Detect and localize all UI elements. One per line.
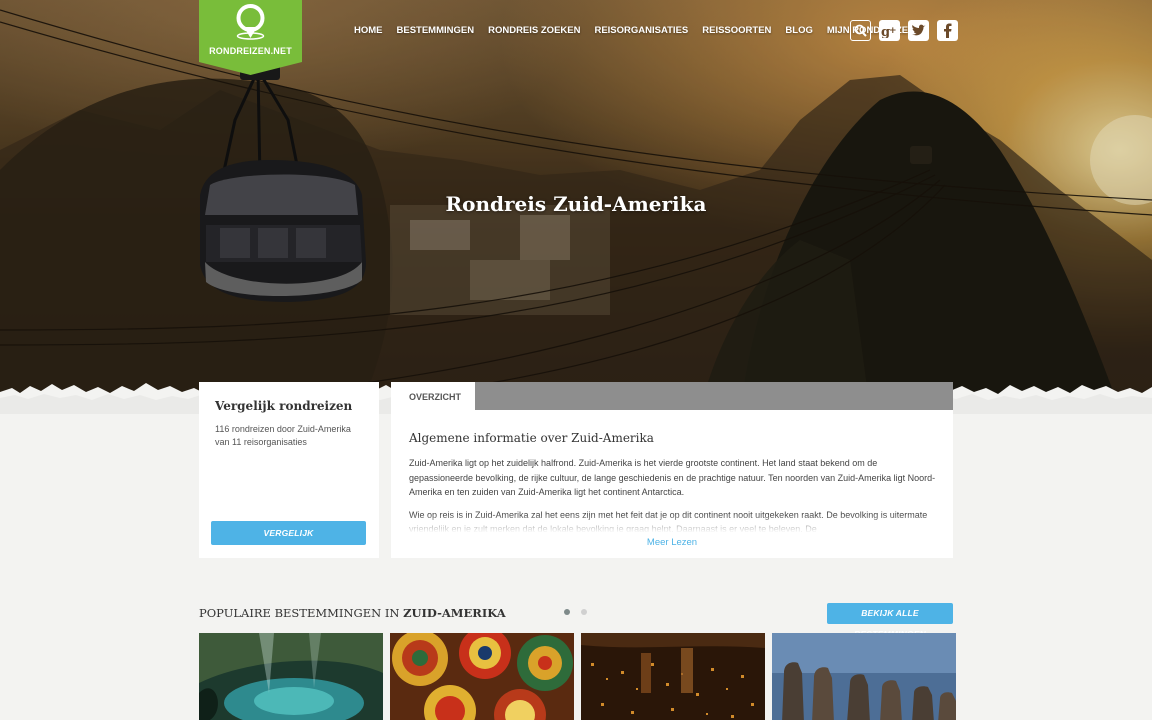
overview-panel: Algemene informatie over Zuid-Amerika Zu… — [391, 410, 953, 558]
google-plus-icon[interactable]: g + — [879, 20, 900, 41]
carousel-dot-2[interactable] — [581, 609, 587, 615]
nav-blog[interactable]: BLOG — [785, 25, 812, 36]
view-all-destinations-button[interactable]: BEKIJK ALLE BESTEMMINGEN — [827, 603, 953, 639]
overview-heading: Algemene informatie over Zuid-Amerika — [409, 431, 654, 445]
search-icon[interactable] — [850, 20, 871, 41]
nav-reissoorten[interactable]: REISSOORTEN — [702, 25, 771, 36]
compare-card: Vergelijk rondreizen 116 rondreizen door… — [199, 382, 379, 558]
carousel-dot-1[interactable] — [564, 609, 570, 615]
logo[interactable]: RONDREIZEN.NET — [199, 0, 302, 75]
destination-card-cenote[interactable] — [199, 633, 383, 720]
tab-bar — [391, 382, 953, 410]
facebook-icon[interactable] — [937, 20, 958, 41]
popular-title: POPULAIRE BESTEMMINGEN IN ZUID-AMERIKA — [199, 606, 506, 620]
nav-rondreis-zoeken[interactable]: RONDREIS ZOEKEN — [488, 25, 580, 36]
read-more-link[interactable]: Meer Lezen — [391, 537, 953, 548]
nav-home[interactable]: HOME — [354, 25, 383, 36]
carousel-dots — [564, 609, 587, 615]
compare-title: Vergelijk rondreizen — [215, 399, 353, 413]
overview-paragraph-1: Zuid-Amerika ligt op het zuidelijk halfr… — [409, 458, 936, 497]
nav-bestemmingen[interactable]: BESTEMMINGEN — [397, 25, 475, 36]
compare-button[interactable]: VERGELIJK — [211, 521, 366, 545]
destination-card-easter-island[interactable] — [772, 633, 956, 720]
destination-card-city-night[interactable] — [581, 633, 765, 720]
popular-title-region: ZUID-AMERIKA — [403, 606, 506, 620]
text-fade — [391, 514, 953, 536]
twitter-icon[interactable] — [908, 20, 929, 41]
popular-title-prefix: POPULAIRE BESTEMMINGEN IN — [199, 606, 404, 620]
nav-reisorganisaties[interactable]: REISORGANISATIES — [594, 25, 688, 36]
hero-title: Rondreis Zuid-Amerika — [445, 192, 707, 216]
logo-text: RONDREIZEN.NET — [209, 46, 292, 56]
tab-overzicht[interactable]: OVERZICHT — [391, 382, 475, 410]
compare-description: 116 rondreizen door Zuid-Amerika van 11 … — [215, 424, 351, 447]
destination-card-pottery[interactable] — [390, 633, 574, 720]
svg-text:+: + — [889, 26, 897, 36]
hero-banner: Rondreis Zuid-Amerika — [0, 0, 1152, 410]
logo-badge — [199, 0, 302, 75]
destination-thumbnails — [199, 633, 956, 720]
header-icons: g + — [850, 20, 958, 41]
main-nav: HOME BESTEMMINGEN RONDREIS ZOEKEN REISOR… — [354, 25, 915, 36]
